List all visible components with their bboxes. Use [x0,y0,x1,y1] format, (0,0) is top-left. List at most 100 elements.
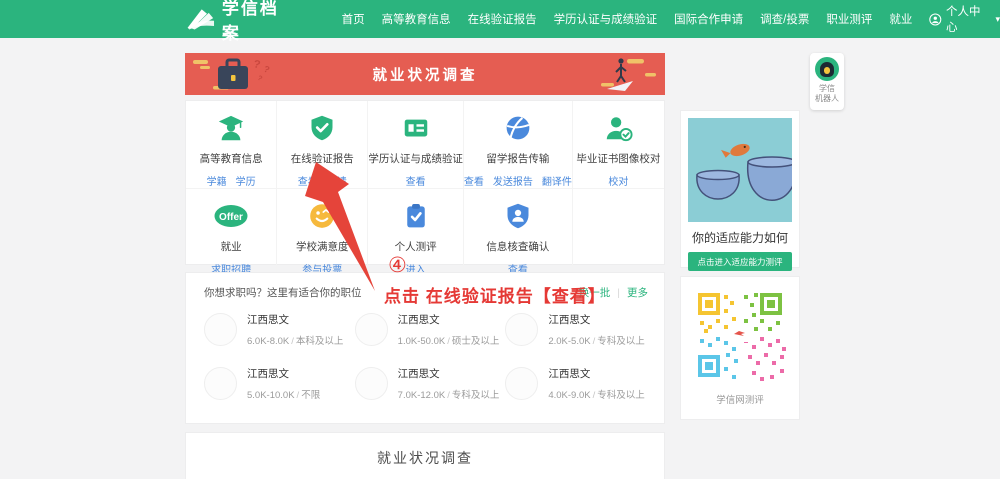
clipboard-check-icon [402,201,430,231]
qr-label: 学信网测评 [681,392,799,406]
nav-item-higher-edu[interactable]: 高等教育信息 [382,11,451,27]
service-empty-cell [573,189,664,276]
robot-avatar-icon [815,57,839,81]
service-degree-verification: 学历认证与成绩验证 查看 [368,101,464,189]
company-avatar [505,367,538,400]
service-title: 学校满意度 [296,239,349,254]
service-title: 高等教育信息 [200,151,263,166]
service-abroad-report: 留学报告传输 查看 发送报告 翻译件 [464,101,573,189]
job-listing[interactable]: 江西思文 7.0K-12.0K/专科及以上 [355,366,506,401]
company-name: 江西思文 [548,366,644,381]
service-online-verification-report: 在线验证报告 查看 申请 [277,101,368,189]
company-name: 江西思文 [247,312,343,327]
survey-title: 就业状况调查 [186,448,664,468]
chsi-robot-widget[interactable]: 学信 机器人 [810,53,844,110]
company-avatar [204,313,237,346]
qr-code [690,285,790,385]
jobs-grid: 江西思文 6.0K-8.0K/本科及以上 江西思文 1.0K-50.0K/硕士及… [186,300,664,401]
services-panel: 高等教育信息 学籍 学历 在线验证报告 查看 申请 [185,100,665,265]
survey-banner[interactable]: ? ? ? 就业状况调查 [185,53,665,95]
link-send-report[interactable]: 发送报告 [493,173,533,188]
job-meta: 7.0K-12.0K/专科及以上 [398,387,500,401]
link-xueji[interactable]: 学籍 [207,173,227,188]
service-title: 就业 [221,239,242,254]
service-personal-assessment: 个人测评 进入 [368,189,464,276]
job-meta: 1.0K-50.0K/硕士及以上 [398,333,500,347]
service-title: 留学报告传输 [486,151,549,166]
company-avatar [355,313,388,346]
company-avatar [355,367,388,400]
nav-item-verification[interactable]: 学历认证与成绩验证 [554,11,658,27]
more-jobs-link[interactable]: 更多 [627,285,648,300]
caret-down-icon: ▾ [995,14,1000,25]
link-view-abroad[interactable]: 查看 [464,173,484,188]
user-menu[interactable]: 个人中心 ▾ [929,3,1000,35]
company-name: 江西思文 [548,312,644,327]
briefcase-illustration: ? ? ? [191,53,301,95]
annotation-step-number: ④ [388,253,407,278]
company-avatar [204,367,237,400]
job-meta: 4.0K-9.0K/专科及以上 [548,387,644,401]
link-view-verification[interactable]: 查看 [406,173,426,188]
main-nav: 首页 高等教育信息 在线验证报告 学历认证与成绩验证 国际合作申请 调查/投票 … [342,3,1000,35]
shield-check-icon [308,113,336,143]
svg-text:?: ? [256,75,263,83]
link-apply-report[interactable]: 申请 [327,173,347,188]
nav-item-online-report[interactable]: 在线验证报告 [468,11,537,27]
person-check-icon [603,113,633,143]
offer-icon: Offer [213,201,249,231]
shield-person-icon [504,201,532,231]
nav-item-employment[interactable]: 就业 [889,11,912,27]
user-menu-label: 个人中心 [946,3,991,35]
svg-text:Offer: Offer [219,212,243,223]
fish-bowls-illustration [688,118,792,222]
ability-test-button[interactable]: 点击进入适应能力测评 [688,252,792,271]
link-view-report[interactable]: 查看 [298,173,318,188]
page: 学信档案 首页 高等教育信息 在线验证报告 学历认证与成绩验证 国际合作申请 调… [0,0,1000,479]
globe-icon [504,113,532,143]
ability-test-card: 你的适应能力如何 点击进入适应能力测评 [680,110,800,268]
paper-plane-illustration [541,53,661,95]
svg-text:?: ? [262,64,271,75]
job-listing[interactable]: 江西思文 4.0K-9.0K/专科及以上 [505,366,656,401]
link-translation[interactable]: 翻译件 [542,173,572,188]
logo-text: 学信档案 [222,0,298,44]
divider: | [617,287,620,299]
logo-fan-icon [185,7,215,31]
nav-item-career-test[interactable]: 职业测评 [826,11,872,27]
company-avatar [505,313,538,346]
service-diploma-photo-check: 毕业证书图像校对 校对 [573,101,664,189]
service-title: 在线验证报告 [291,151,354,166]
top-navbar: 学信档案 首页 高等教育信息 在线验证报告 学历认证与成绩验证 国际合作申请 调… [0,0,1000,38]
nav-item-international[interactable]: 国际合作申请 [674,11,743,27]
nav-item-survey-vote[interactable]: 调查/投票 [760,11,809,27]
service-title: 信息核查确认 [486,239,549,254]
job-listing[interactable]: 江西思文 6.0K-8.0K/本科及以上 [204,312,355,347]
service-higher-education: 高等教育信息 学籍 学历 [186,101,277,189]
company-name: 江西思文 [398,312,500,327]
job-listing[interactable]: 江西思文 5.0K-10.0K/不限 [204,366,355,401]
service-title: 学历认证与成绩验证 [368,151,463,166]
company-name: 江西思文 [247,366,320,381]
robot-label: 学信 机器人 [810,84,844,105]
link-xueli[interactable]: 学历 [236,173,256,188]
company-name: 江西思文 [398,366,500,381]
link-proofread[interactable]: 校对 [608,173,628,188]
job-meta: 6.0K-8.0K/本科及以上 [247,333,343,347]
annotation-text: 点击 在线验证报告【查看】 [384,282,606,307]
id-card-icon [401,113,431,143]
service-title: 毕业证书图像校对 [576,151,660,166]
qr-code-card: 学信网测评 [680,276,800,420]
svg-text:?: ? [252,58,261,71]
site-logo[interactable]: 学信档案 [185,0,298,44]
job-listing[interactable]: 江西思文 1.0K-50.0K/硕士及以上 [355,312,506,347]
ability-question: 你的适应能力如何 [681,229,799,246]
jobs-title: 你想求职吗？这里有适合你的职位 [204,285,362,300]
smiley-icon [308,201,336,231]
banner-title: 就业状况调查 [373,64,478,85]
service-info-confirmation: 信息核查确认 查看 [464,189,573,276]
job-meta: 2.0K-5.0K/专科及以上 [548,333,644,347]
nav-item-home[interactable]: 首页 [342,11,365,27]
job-meta: 5.0K-10.0K/不限 [247,387,320,401]
job-listing[interactable]: 江西思文 2.0K-5.0K/专科及以上 [505,312,656,347]
